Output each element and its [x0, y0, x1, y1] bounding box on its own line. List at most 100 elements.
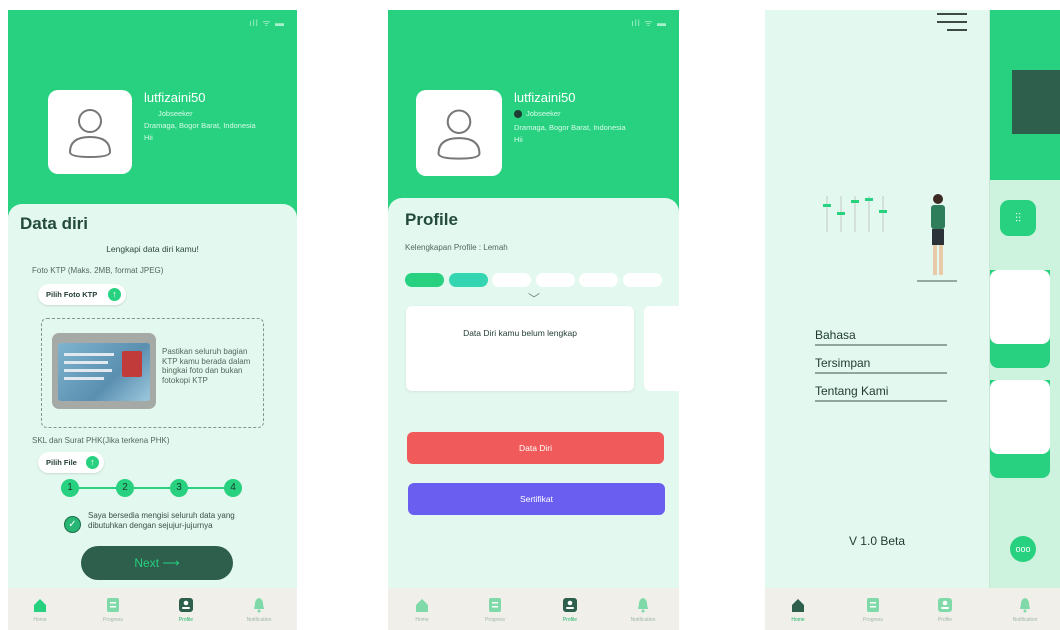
role-dot-icon	[514, 110, 522, 118]
page-title: Data diri	[20, 214, 89, 233]
bottom-nav: Home Progress Profile Notification	[8, 588, 297, 630]
completeness-segment	[448, 273, 488, 287]
ktp-line	[64, 353, 114, 356]
status-bar: ıll ᯤ ▬	[249, 18, 285, 28]
nav-home-label: Home	[415, 617, 429, 623]
settings-illustration	[823, 194, 957, 282]
nav-home-label: Home	[791, 617, 805, 623]
nav-progress[interactable]: Progress	[83, 588, 143, 630]
next-button[interactable]: Next ⟶	[81, 546, 233, 580]
nav-progress[interactable]: Progress	[843, 588, 903, 630]
nav-profile-label: Profile	[562, 617, 578, 623]
filter-icon[interactable]: ⫶⫶	[1000, 200, 1036, 236]
bell-icon	[638, 598, 648, 613]
completeness-segment	[492, 273, 531, 287]
screen-profile: ıll ᯤ ▬ lutfizaini50 Jobseeker Dramaga, …	[388, 10, 679, 630]
nav-profile[interactable]: Profile	[156, 588, 216, 630]
user-greeting: Hii	[144, 133, 153, 142]
chevron-down-icon[interactable]: ﹀	[528, 290, 540, 307]
nav-notification-label: Notification	[1012, 617, 1038, 623]
nav-home[interactable]: Home	[10, 588, 70, 630]
step-2[interactable]: 2	[116, 479, 134, 497]
document-icon	[489, 598, 501, 612]
ktp-photo	[52, 333, 156, 409]
bell-icon	[1020, 598, 1030, 613]
bell-icon	[254, 598, 264, 613]
home-icon	[34, 599, 46, 612]
nav-notification[interactable]: Notification	[229, 588, 289, 630]
ktp-hint: Pastikan seluruh bagian KTP kamu berada …	[162, 347, 251, 385]
completeness-segment	[535, 273, 575, 287]
avatar[interactable]	[416, 90, 502, 176]
menu-tersimpan[interactable]: Tersimpan	[815, 356, 947, 374]
step-4[interactable]: 4	[224, 479, 242, 497]
step-3[interactable]: 3	[170, 479, 188, 497]
nav-profile[interactable]: Profile	[915, 588, 975, 630]
ktp-frame[interactable]: Pastikan seluruh bagian KTP kamu berada …	[41, 318, 264, 428]
user-role: Jobseeker	[526, 109, 561, 118]
avatar[interactable]	[48, 90, 132, 174]
upload-icon: ↑	[108, 288, 121, 301]
profile-card-icon	[563, 598, 577, 612]
nav-progress[interactable]: Progress	[465, 588, 525, 630]
ktp-line	[64, 377, 104, 380]
hamburger-menu-icon[interactable]	[937, 13, 967, 33]
underlying-page: ⫶⫶ ooo	[990, 10, 1060, 630]
user-role: Jobseeker	[158, 109, 193, 118]
side-drawer: Bahasa Tersimpan Tentang Kami V 1.0 Beta	[765, 10, 990, 630]
stepper-line	[70, 487, 235, 489]
sertifikat-button[interactable]: Sertifikat	[408, 483, 665, 515]
nav-notification-label: Notification	[630, 617, 656, 623]
nav-notification[interactable]: Notification	[613, 588, 673, 630]
nav-home[interactable]: Home	[392, 588, 452, 630]
nav-notification[interactable]: Notification	[995, 588, 1055, 630]
pick-file-label: Pilih File	[46, 458, 77, 467]
home-icon	[416, 599, 428, 612]
page-title: Profile	[405, 210, 458, 229]
skl-label: SKL dan Surat PHK(Jika terkena PHK)	[32, 436, 170, 445]
completeness-segment	[405, 273, 444, 287]
nav-progress-label: Progress	[484, 617, 505, 623]
data-diri-button[interactable]: Data Diri	[407, 432, 664, 464]
user-icon	[68, 109, 112, 159]
hamburger-line	[937, 21, 967, 23]
profile-sheet: Profile Kelengkapan Profile : Lemah	[388, 198, 679, 630]
page-subtitle: Lengkapi data diri kamu!	[106, 244, 199, 254]
menu-tentang-kami[interactable]: Tentang Kami	[815, 384, 947, 402]
profile-card-icon	[179, 598, 193, 612]
profile-status-text: Data Diri kamu belum lengkap	[463, 328, 577, 338]
nav-profile[interactable]: Profile	[540, 588, 600, 630]
home-icon	[792, 599, 804, 612]
app-version: V 1.0 Beta	[848, 534, 906, 548]
agreement-text: Saya bersedia mengisi seluruh data yang …	[88, 511, 235, 530]
next-label: Next	[134, 556, 160, 570]
status-bar: ıll ᯤ ▬	[631, 18, 667, 28]
user-location: Dramaga, Bogor Barat, Indonesia	[514, 123, 626, 132]
bottom-nav: Home Progress Profile Notification	[388, 588, 679, 630]
underlying-block	[1012, 70, 1060, 134]
profile-status-card[interactable]: Data Diri kamu belum lengkap	[406, 306, 634, 391]
form-sheet: Data diri Lengkapi data diri kamu! Foto …	[8, 204, 297, 630]
user-location: Dramaga, Bogor Barat, Indonesia	[144, 121, 256, 130]
pick-file-button[interactable]: Pilih File ↑	[38, 452, 104, 473]
upload-icon: ↑	[86, 456, 99, 469]
nav-profile-label: Profile	[178, 617, 194, 623]
user-icon	[437, 109, 481, 160]
completeness-segment	[579, 273, 618, 287]
nav-home-label: Home	[33, 617, 47, 623]
hamburger-line	[937, 13, 967, 15]
screen-menu: ⫶⫶ ooo Bahasa Tersimpan Tentang Kami V 1…	[765, 10, 1060, 630]
agreement-checkbox[interactable]: ✓	[64, 516, 81, 533]
nav-progress-label: Progress	[862, 617, 883, 623]
menu-bahasa[interactable]: Bahasa	[815, 328, 947, 346]
pick-ktp-button[interactable]: Pilih Foto KTP ↑	[38, 284, 126, 305]
chat-icon[interactable]: ooo	[1010, 536, 1036, 562]
nav-home[interactable]: Home	[768, 588, 828, 630]
document-icon	[107, 598, 119, 612]
step-1[interactable]: 1	[61, 479, 79, 497]
ktp-label: Foto KTP (Maks. 2MB, format JPEG)	[32, 266, 164, 275]
profile-card-next[interactable]	[644, 306, 679, 391]
screen-data-diri: ıll ᯤ ▬ lutfizaini50 Jobseeker Dramaga, …	[8, 10, 297, 630]
username: lutfizaini50	[514, 90, 576, 105]
profile-completeness: Kelengkapan Profile : Lemah	[405, 243, 508, 252]
